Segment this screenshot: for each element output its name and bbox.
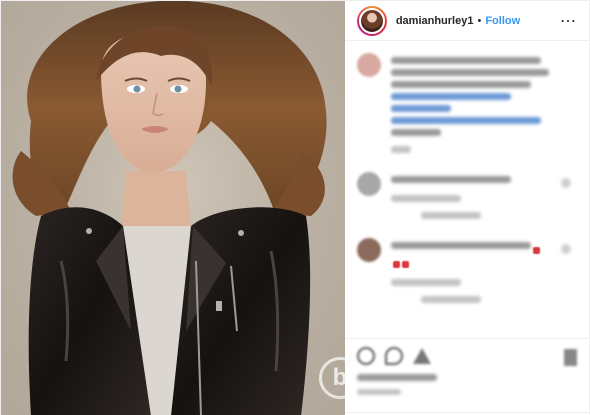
emoji-icon [392, 261, 400, 268]
more-options-icon[interactable]: ⋯ [560, 11, 577, 31]
post-header: damianhurley1 • Follow ⋯ [344, 1, 589, 41]
comment-item [356, 238, 577, 308]
avatar[interactable] [356, 172, 381, 196]
separator-dot: • [477, 14, 482, 27]
share-icon[interactable] [412, 348, 431, 364]
comment-item [356, 172, 577, 224]
story-ring[interactable] [356, 5, 387, 36]
avatar[interactable] [356, 238, 381, 262]
emoji-icon [532, 247, 540, 254]
username-link[interactable]: damianhurley1 [396, 15, 474, 27]
post-date-blurred [356, 389, 401, 395]
caption-text-blurred [390, 53, 556, 158]
comments-section [345, 41, 589, 338]
portrait-image [1, 1, 345, 415]
caption [356, 53, 577, 158]
comment-text-blurred [390, 172, 556, 224]
heart-icon[interactable] [561, 244, 571, 254]
bookmark-icon[interactable] [564, 349, 577, 366]
avatar[interactable] [358, 7, 385, 34]
heart-icon[interactable] [356, 347, 375, 365]
instagram-post: b damianhurley1 • Follow ⋯ [0, 0, 590, 415]
action-bar [344, 338, 589, 415]
post-sidebar: damianhurley1 • Follow ⋯ [344, 1, 589, 415]
likes-count-blurred[interactable] [356, 374, 437, 381]
avatar[interactable] [356, 53, 381, 77]
heart-icon[interactable] [561, 178, 571, 188]
follow-button[interactable]: Follow [485, 15, 520, 27]
emoji-icon [401, 261, 409, 268]
comment-text-blurred [390, 238, 556, 308]
comment-icon[interactable] [384, 347, 403, 365]
post-photo[interactable]: b [1, 1, 345, 415]
